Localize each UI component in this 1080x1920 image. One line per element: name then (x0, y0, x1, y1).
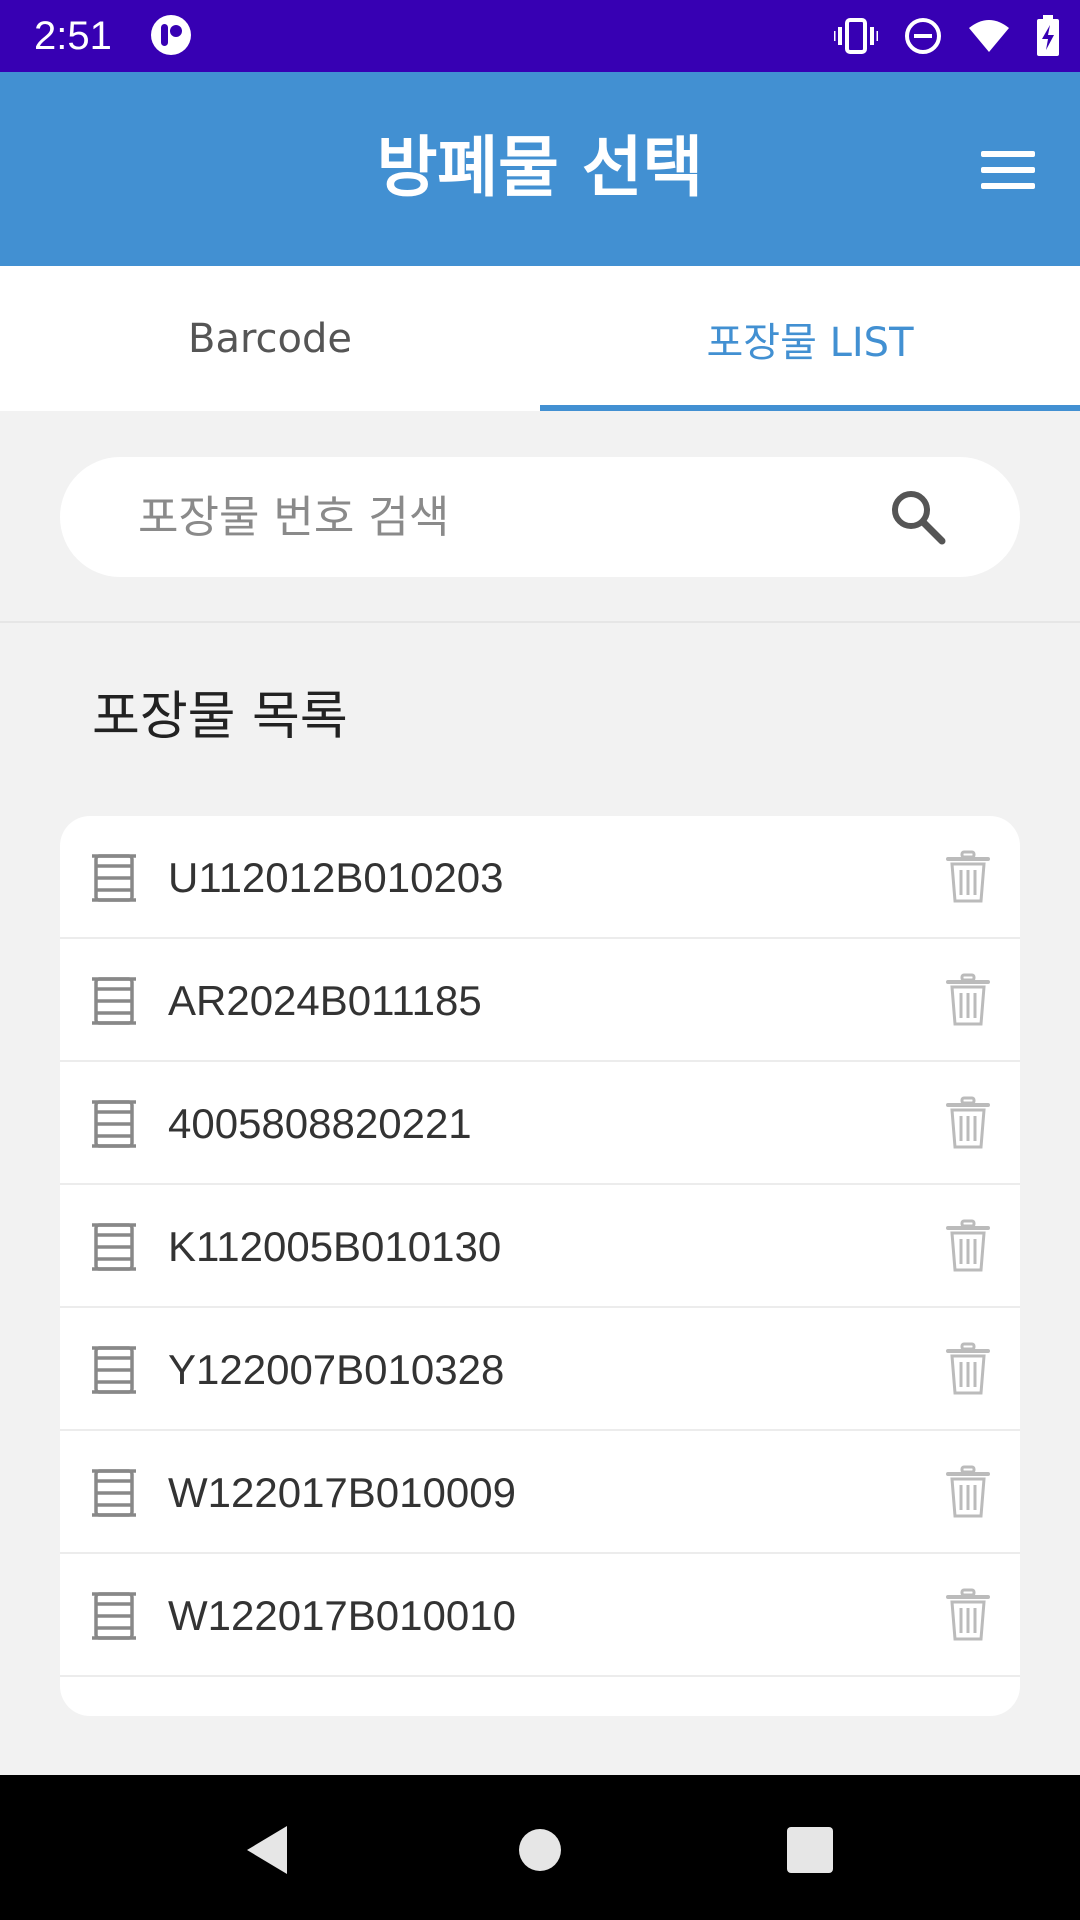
do-not-disturb-icon (905, 18, 941, 54)
drum-icon (92, 977, 136, 1025)
battery-charging-icon (1037, 15, 1059, 56)
nav-back-button[interactable] (232, 1815, 302, 1885)
hamburger-menu-icon (981, 151, 1035, 189)
search-area (0, 411, 1080, 623)
drum-icon (92, 1469, 136, 1517)
vibrate-icon (834, 18, 878, 54)
tab-label: 포장물 LIST (706, 319, 914, 366)
tab-package-list[interactable]: 포장물 LIST (540, 266, 1080, 411)
back-icon (247, 1826, 287, 1874)
trash-icon[interactable] (946, 1588, 990, 1642)
package-id-label: W122017B010009 (168, 1469, 516, 1516)
trash-icon[interactable] (946, 1096, 990, 1150)
list-item[interactable]: 4005808820221 (60, 1062, 1020, 1185)
trash-icon[interactable] (946, 973, 990, 1027)
trash-icon[interactable] (946, 1342, 990, 1396)
nav-recents-button[interactable] (775, 1815, 845, 1885)
trash-icon[interactable] (946, 850, 990, 904)
list-item[interactable]: W122017B010009 (60, 1431, 1020, 1554)
status-icons: 4 (834, 12, 1060, 60)
trash-icon[interactable] (946, 1465, 990, 1519)
page-title: 방폐물 선택 (376, 129, 704, 206)
search-icon[interactable] (888, 487, 948, 547)
list-heading: 포장물 목록 (92, 687, 348, 747)
list-item[interactable]: U112012B010203 (60, 816, 1020, 939)
package-id-label: W122017B010010 (168, 1592, 516, 1639)
drum-icon (92, 1223, 136, 1271)
wifi-icon: 4 (969, 20, 1009, 54)
package-id-label: Y122007B010328 (168, 1346, 505, 1393)
drum-icon (92, 1592, 136, 1640)
app-notification-icon (151, 15, 191, 55)
package-id-label: AR2024B011185 (168, 977, 482, 1024)
package-id-label: K112005B010130 (168, 1223, 502, 1270)
tab-label: Barcode (188, 315, 352, 362)
home-icon (519, 1829, 561, 1871)
status-time: 2:51 (34, 14, 112, 58)
package-list: U112012B010203 AR2024B011185 4005808820221… (60, 816, 1020, 1716)
drum-icon (92, 1100, 136, 1148)
list-item[interactable]: AR2024B011185 (60, 939, 1020, 1062)
drum-icon (92, 1346, 136, 1394)
list-item[interactable]: Y122007B010328 (60, 1308, 1020, 1431)
search-input[interactable] (136, 457, 896, 577)
menu-button[interactable] (976, 138, 1040, 202)
list-item[interactable]: W122017B010010 (60, 1554, 1020, 1677)
tab-barcode[interactable]: Barcode (0, 266, 540, 411)
package-id-label: U112012B010203 (168, 854, 504, 901)
status-bar: 2:51 4 (0, 0, 1080, 72)
recents-icon (787, 1827, 833, 1873)
nav-home-button[interactable] (505, 1815, 575, 1885)
tab-bar: Barcode 포장물 LIST (0, 266, 1080, 411)
drum-icon (92, 854, 136, 902)
package-id-label: 4005808820221 (168, 1100, 472, 1147)
navigation-bar (0, 1775, 1080, 1920)
svg-text:4: 4 (995, 38, 1003, 54)
search-box (60, 457, 1020, 577)
trash-icon[interactable] (946, 1219, 990, 1273)
list-item[interactable]: K112005B010130 (60, 1185, 1020, 1308)
app-bar: 방폐물 선택 (0, 72, 1080, 266)
